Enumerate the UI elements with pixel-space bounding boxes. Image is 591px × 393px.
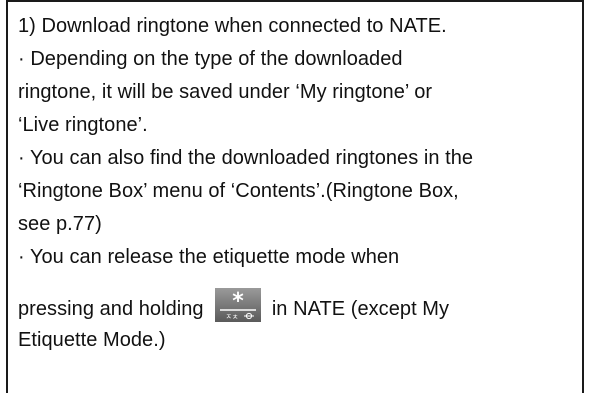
svg-text:ㅈㅊ: ㅈㅊ [226,313,239,321]
document-body: 1) Download ringtone when connected to N… [18,10,578,357]
text-line: ‘Live ringtone’. [18,114,148,136]
star-key-icon: * ㅈㅊ [215,288,262,322]
text-line: ‘Ringtone Box’ menu of ‘Contents’.(Ringt… [18,180,459,202]
text-fragment: in NATE (except My [271,298,450,320]
text-fragment: pressing and holding [18,298,204,320]
text-line-with-icon: pressing and holding * ㅈㅊ in NATE (excep… [18,274,578,326]
text-line: · You can also find the downloaded ringt… [18,147,474,169]
text-line: 1) Download ringtone when connected to N… [18,15,447,37]
text-line: · You can release the etiquette mode whe… [18,246,400,268]
text-line: · Depending on the type of the downloade… [18,48,403,70]
text-line: see p.77) [18,213,102,235]
text-line: ringtone, it will be saved under ‘My rin… [18,81,433,103]
